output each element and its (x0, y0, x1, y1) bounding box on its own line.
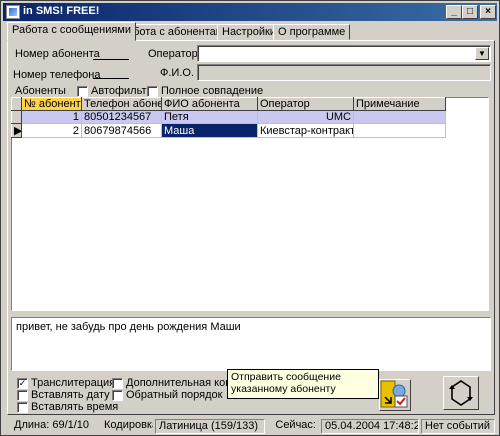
column-header-phone[interactable]: Телефон абонента (81, 97, 162, 111)
cell-number[interactable]: 2 (21, 123, 82, 138)
cell-operator[interactable]: Киевстар-контракт (257, 123, 354, 138)
now-value: 05.04.2004 17:48:21 (321, 419, 419, 434)
send-icon (380, 380, 408, 408)
chevron-down-icon[interactable]: ▼ (475, 47, 489, 60)
cell-phone[interactable]: 80501234567 (81, 110, 162, 124)
refresh-button[interactable] (443, 376, 479, 410)
extra-copy-checkbox[interactable] (112, 378, 123, 389)
subscribers-grid[interactable]: № абонента Телефон абонента ФИО абонента… (11, 97, 489, 311)
extra-copy-label: Дополнительная копия (126, 377, 244, 389)
length-label: Длина: (14, 419, 50, 431)
events-status: Нет событий (421, 419, 495, 434)
operator-combobox[interactable]: ▼ (197, 45, 491, 62)
cell-note[interactable] (353, 123, 446, 138)
cell-fio[interactable]: Петя (161, 110, 258, 124)
cell-fio-focused[interactable]: Маша (161, 123, 258, 138)
insert-date-checkbox[interactable] (17, 390, 28, 401)
tab-messages[interactable]: Работа с сообщениями (7, 22, 136, 41)
fio-field[interactable] (197, 64, 491, 81)
insert-time-label: Вставлять время (31, 401, 119, 413)
table-row[interactable]: ▶ 2 80679874566 Маша Киевстар-контракт (11, 123, 446, 138)
column-header-number[interactable]: № абонента (21, 97, 82, 111)
reverse-order-checkbox[interactable] (112, 390, 123, 401)
message-textarea[interactable]: привет, не забудь про день рождения Маши (11, 317, 491, 371)
grid-header-row: № абонента Телефон абонента ФИО абонента… (11, 97, 446, 111)
status-bar: Длина: 69/1/10 Кодировка Латиница (159/1… (3, 417, 497, 435)
message-text: привет, не забудь про день рождения Маши (16, 321, 241, 333)
operator-label: Оператор (148, 48, 198, 60)
column-header-fio[interactable]: ФИО абонента (161, 97, 258, 111)
transliteration-checkbox[interactable]: ✓ (17, 378, 28, 389)
length-value: 69/1/10 (52, 419, 90, 431)
grid-indicator-header (11, 97, 22, 111)
column-header-note[interactable]: Примечание (353, 97, 446, 111)
subscriber-number-field[interactable] (93, 48, 129, 60)
grid-table: № абонента Телефон абонента ФИО абонента… (11, 97, 446, 138)
window-title: in SMS! FREE! (23, 5, 100, 17)
now-label: Сейчас: (275, 419, 316, 431)
insert-time-checkbox[interactable] (17, 402, 28, 413)
reverse-order-label: Обратный порядок (126, 389, 223, 401)
encoding-label: Кодировка (104, 419, 153, 431)
encoding-value: Латиница (159/133) (155, 419, 265, 434)
cell-operator[interactable]: UMC (257, 110, 354, 124)
length-status: Длина: 69/1/10 (11, 419, 97, 434)
table-row[interactable]: 1 80501234567 Петя UMC (11, 110, 446, 124)
title-bar[interactable]: in SMS! FREE! _ □ × (3, 3, 497, 21)
transliteration-label: Транслитерация (31, 377, 116, 389)
phone-number-label: Номер телефона (13, 69, 101, 81)
full-match-checkbox[interactable] (147, 86, 158, 97)
refresh-arrows-icon (449, 380, 473, 406)
tab-settings[interactable]: Настройки (217, 24, 281, 40)
app-icon (6, 5, 20, 19)
phone-number-field[interactable] (93, 67, 129, 79)
cell-phone[interactable]: 80679874566 (81, 123, 162, 138)
main-window: in SMS! FREE! _ □ × Работа с сообщениями… (0, 0, 500, 436)
maximize-button[interactable]: □ (462, 5, 478, 19)
close-button[interactable]: × (480, 5, 496, 19)
subscriber-number-label: Номер абонента (15, 48, 100, 60)
autofilter-label: Автофильтр (91, 85, 153, 97)
tab-about[interactable]: О программе (273, 24, 351, 40)
send-tooltip: Отправить сообщение указанному абоненту (227, 369, 379, 399)
minimize-button[interactable]: _ (446, 5, 462, 19)
row-indicator[interactable] (11, 110, 22, 124)
subscribers-group-label: Абоненты (15, 85, 66, 97)
fio-label: Ф.И.О. (160, 67, 194, 79)
row-indicator-current[interactable]: ▶ (11, 123, 22, 138)
full-match-label: Полное совпадение (161, 85, 264, 97)
cell-note[interactable] (353, 110, 446, 124)
autofilter-checkbox[interactable] (77, 86, 88, 97)
cell-number[interactable]: 1 (21, 110, 82, 124)
send-message-button[interactable] (379, 379, 411, 411)
insert-date-label: Вставлять дату (31, 389, 110, 401)
column-header-operator[interactable]: Оператор (257, 97, 354, 111)
